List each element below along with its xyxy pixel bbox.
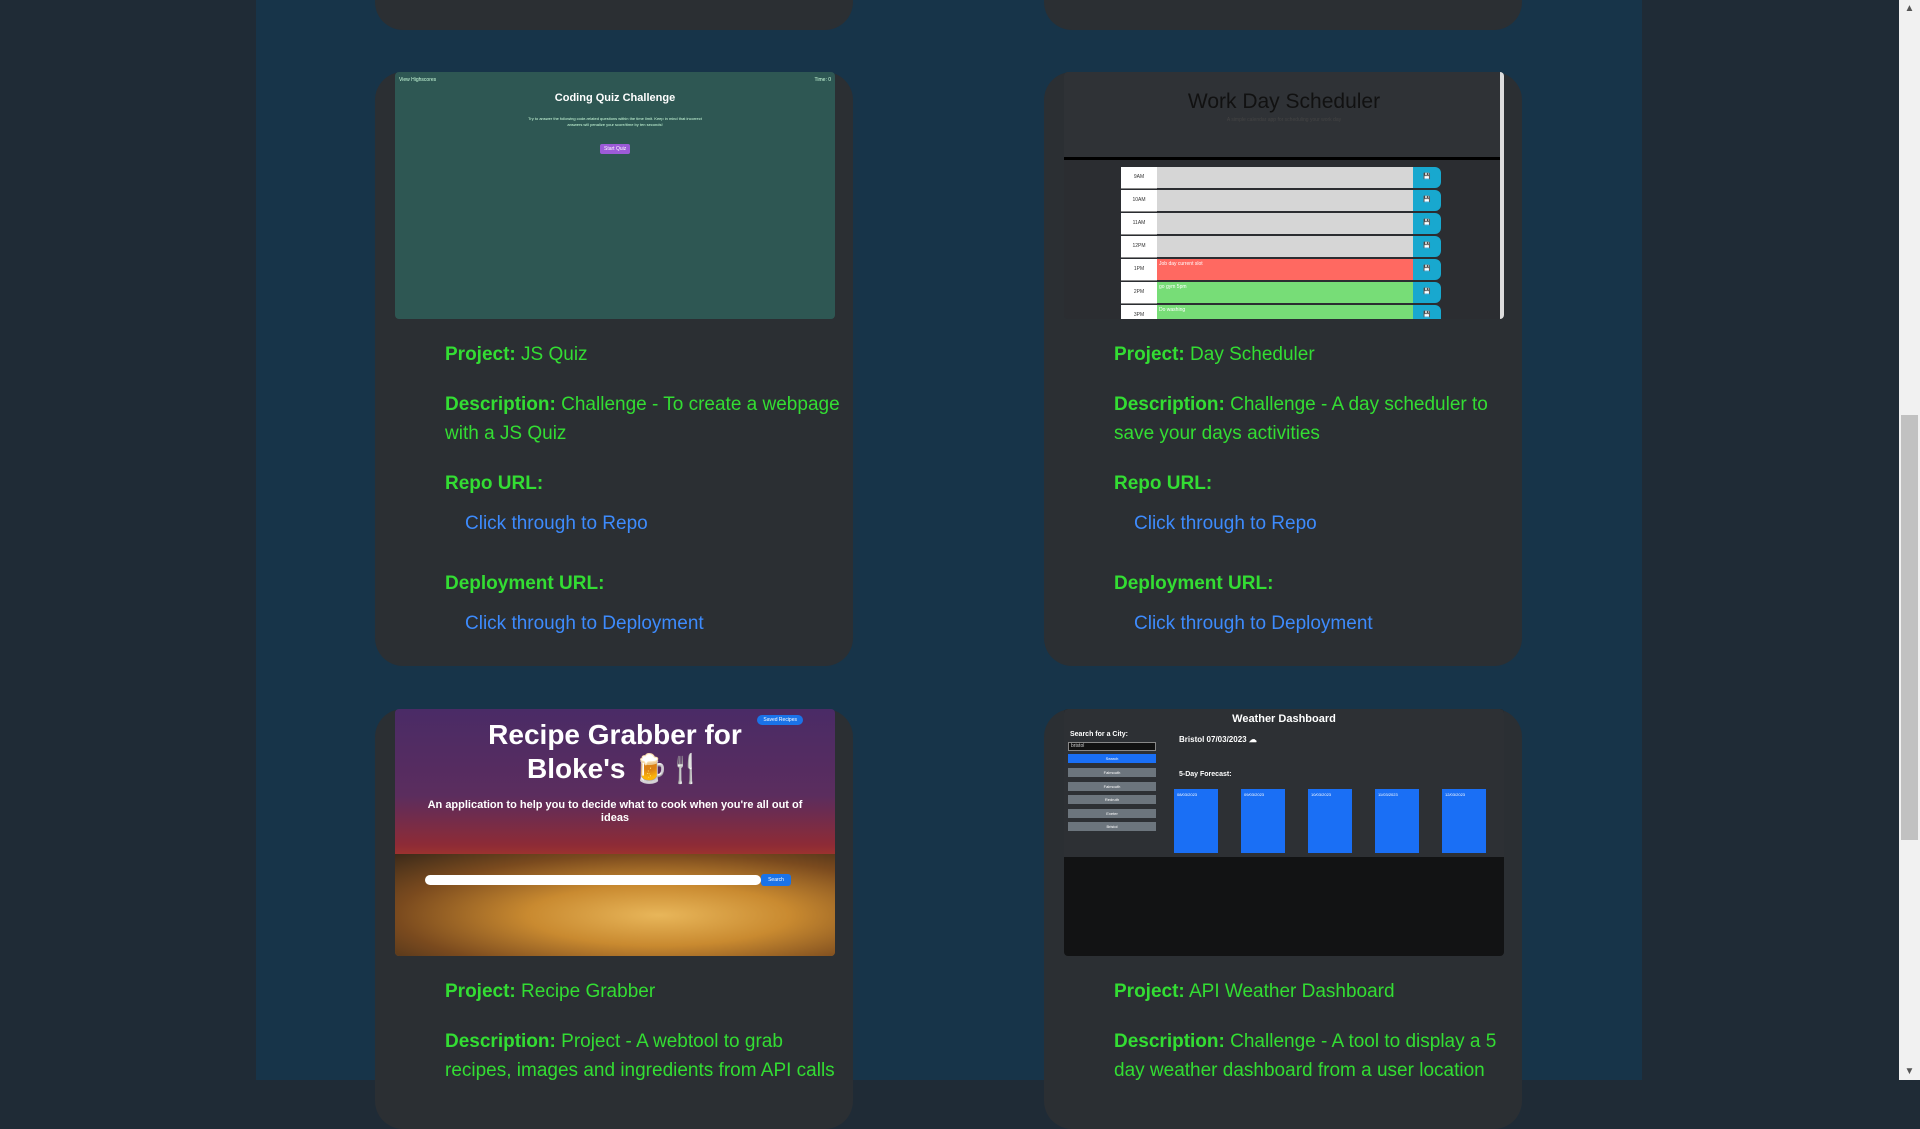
hour-label: 12PM: [1121, 236, 1157, 258]
recipe-search-input: [425, 875, 761, 885]
hour-row: 9AM 💾: [1121, 167, 1441, 189]
hour-label: 11AM: [1121, 213, 1157, 235]
timer-text: Time: 0: [814, 77, 831, 83]
forecast-day-card: 11/03/2023: [1375, 789, 1419, 853]
project-screenshot: Weather Dashboard Search for a City: bri…: [1064, 709, 1504, 956]
forecast-label: 5-Day Forecast:: [1179, 771, 1232, 778]
hour-label: 2PM: [1121, 282, 1157, 304]
preview-scrollbar: [1500, 72, 1504, 319]
recipe-description: An application to help you to decide wha…: [427, 799, 803, 824]
hour-label: 9AM: [1121, 167, 1157, 189]
save-icon: 💾: [1413, 167, 1441, 188]
history-city-button: Falmouth: [1068, 781, 1156, 791]
project-info: Project: JS Quiz Description: Challenge …: [445, 340, 845, 669]
city-search-input: bristol: [1068, 742, 1156, 751]
project-label: Project:: [445, 344, 516, 365]
deployment-link[interactable]: Click through to Deployment: [1134, 609, 1514, 638]
current-city: Bristol 07/03/2023 ☁: [1179, 735, 1257, 744]
save-icon: 💾: [1413, 305, 1441, 319]
project-info: Project: Recipe Grabber Description: Pro…: [445, 977, 845, 1106]
city-search-button: Search: [1068, 754, 1156, 763]
save-icon: 💾: [1413, 190, 1441, 211]
project-label: Project:: [1114, 981, 1185, 1002]
history-city-button: Exeter: [1068, 808, 1156, 818]
project-label: Project:: [1114, 344, 1185, 365]
deployment-url-label: Deployment URL:: [445, 573, 605, 594]
forecast-day-card: 10/03/2023: [1308, 789, 1352, 853]
repo-url-label: Repo URL:: [445, 473, 544, 494]
save-icon: 💾: [1413, 236, 1441, 257]
hour-label: 1PM: [1121, 259, 1157, 281]
description-label: Description:: [445, 1031, 556, 1052]
hour-row: 2PM go gym 5pm 💾: [1121, 282, 1441, 304]
project-card-js-quiz: View Highscores Time: 0 Coding Quiz Chal…: [375, 72, 853, 666]
deployment-url-label: Deployment URL:: [1114, 573, 1274, 594]
repo-link[interactable]: Click through to Repo: [1134, 509, 1514, 538]
project-screenshot: View Highscores Time: 0 Coding Quiz Chal…: [395, 72, 835, 319]
project-info: Project: Day Scheduler Description: Chal…: [1114, 340, 1514, 669]
project-label: Project:: [445, 981, 516, 1002]
deployment-link[interactable]: Click through to Deployment: [465, 609, 845, 638]
forecast-day-card: 12/03/2023: [1442, 789, 1486, 853]
project-card-recipe-grabber: Saved Recipes Recipe Grabber for Bloke's…: [375, 709, 853, 1129]
hour-row: 12PM 💾: [1121, 236, 1441, 258]
weather-title: Weather Dashboard: [1232, 713, 1336, 725]
pizza-image: [395, 854, 835, 956]
description-label: Description:: [1114, 1031, 1225, 1052]
scroll-down-icon[interactable]: ▼: [1899, 1063, 1920, 1080]
hour-row: 11AM 💾: [1121, 213, 1441, 235]
hour-label: 3PM: [1121, 305, 1157, 319]
description-label: Description:: [1114, 394, 1225, 415]
quiz-title: Coding Quiz Challenge: [554, 92, 676, 104]
scheduler-subtitle: A simple calendar app for scheduling you…: [1226, 117, 1342, 123]
history-city-button: Falmouth: [1068, 768, 1156, 777]
history-city-button: Bristol: [1068, 822, 1156, 831]
project-card-day-scheduler: Work Day Scheduler A simple calendar app…: [1044, 72, 1522, 666]
repo-link[interactable]: Click through to Repo: [465, 509, 845, 538]
forecast-day-card: 09/03/2023: [1241, 789, 1285, 853]
hour-entry: [1157, 236, 1413, 257]
hour-row: 1PM Job day current slot 💾: [1121, 259, 1441, 281]
recipe-title: Recipe Grabber for Bloke's 🍺🍴: [488, 719, 742, 784]
save-icon: 💾: [1413, 259, 1441, 280]
highscores-text: View Highscores: [399, 77, 437, 83]
project-name: Recipe Grabber: [521, 981, 656, 1002]
save-icon: 💾: [1413, 213, 1441, 234]
project-name: JS Quiz: [521, 344, 588, 365]
scrollbar-thumb[interactable]: [1901, 415, 1918, 840]
hour-entry: Do washing: [1157, 305, 1413, 319]
repo-url-label: Repo URL:: [1114, 473, 1213, 494]
project-card-partial: [375, 0, 853, 30]
history-city-button: Redruth: [1068, 795, 1156, 804]
project-name: API Weather Dashboard: [1188, 981, 1395, 1002]
start-quiz-button: Start Quiz: [600, 144, 631, 154]
forecast-day-card: 08/03/2023: [1174, 789, 1218, 853]
project-info: Project: API Weather Dashboard Descripti…: [1114, 977, 1514, 1106]
scheduler-header: Work Day Scheduler A simple calendar app…: [1064, 72, 1504, 160]
recipe-search-button: Search: [761, 874, 791, 886]
city-search-label: Search for a City:: [1070, 731, 1128, 738]
scroll-up-icon[interactable]: ▲: [1899, 0, 1920, 17]
hour-entry: Job day current slot: [1157, 259, 1413, 280]
save-icon: 💾: [1413, 282, 1441, 303]
project-card-weather-dashboard: Weather Dashboard Search for a City: bri…: [1044, 709, 1522, 1129]
hour-row: 10AM 💾: [1121, 190, 1441, 212]
page-scrollbar[interactable]: ▲ ▼: [1899, 0, 1920, 1080]
hour-label: 10AM: [1121, 190, 1157, 212]
hour-entry: [1157, 190, 1413, 211]
scheduler-title: Work Day Scheduler: [1187, 90, 1381, 113]
quiz-text: Try to answer the following code-related…: [528, 116, 702, 127]
project-card-partial: [1044, 0, 1522, 30]
hour-entry: go gym 5pm: [1157, 282, 1413, 303]
description-label: Description:: [445, 394, 556, 415]
hour-row: 3PM Do washing 💾: [1121, 305, 1441, 319]
weather-panel: Weather Dashboard Search for a City: bri…: [1064, 709, 1504, 857]
project-screenshot: Work Day Scheduler A simple calendar app…: [1064, 72, 1504, 319]
project-screenshot: Saved Recipes Recipe Grabber for Bloke's…: [395, 709, 835, 956]
hour-entry: [1157, 213, 1413, 234]
project-name: Day Scheduler: [1190, 344, 1315, 365]
hour-entry: [1157, 167, 1413, 188]
